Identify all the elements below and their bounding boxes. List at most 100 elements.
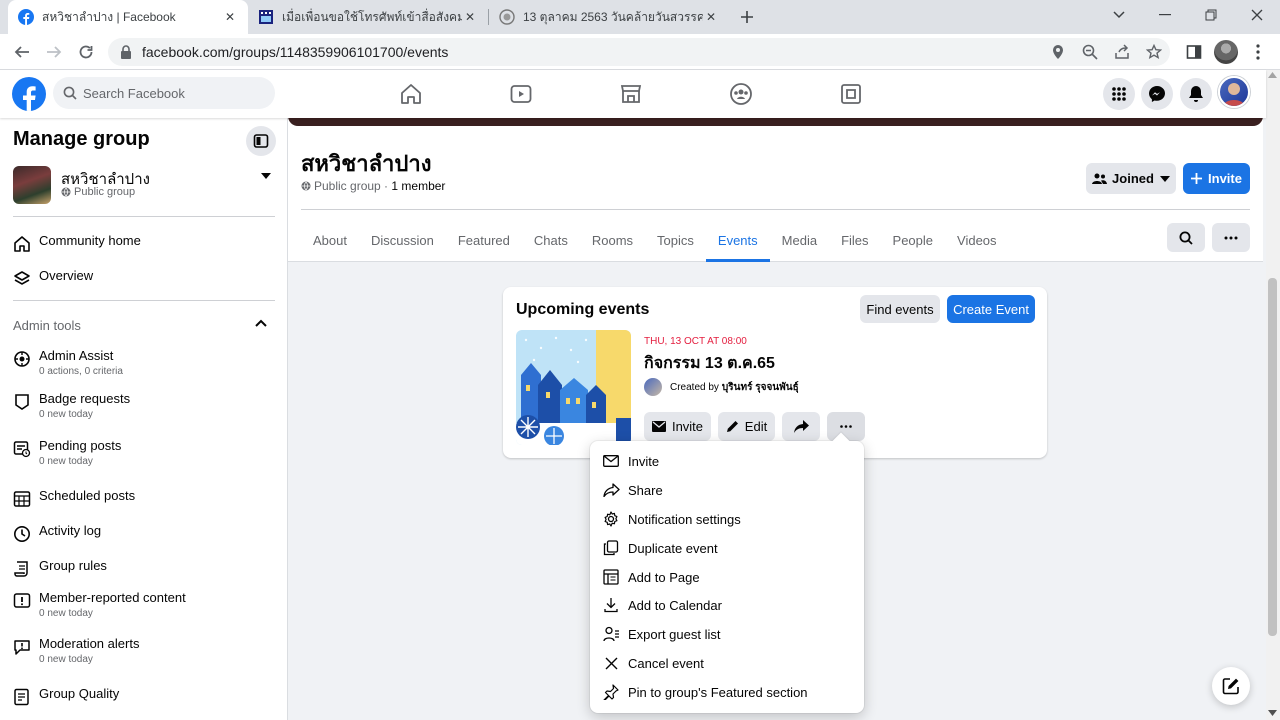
back-arrow-icon[interactable] xyxy=(8,38,36,66)
group-switcher[interactable]: สหวิชาลำปาง Public group xyxy=(13,166,275,206)
tab-videos[interactable]: Videos xyxy=(945,218,1009,262)
new-message-button[interactable] xyxy=(1212,667,1250,705)
gear-icon xyxy=(602,510,620,528)
sidebar-item-community-home[interactable]: Community home xyxy=(13,233,275,253)
sidebar-item-member-reported-content[interactable]: Member-reported content 0 new today xyxy=(13,590,275,619)
browser-tab-3[interactable]: 13 ตุลาคม 2563 วันคล้ายวันสวรรคต ข ✕ xyxy=(489,0,729,34)
group-search-button[interactable] xyxy=(1167,223,1205,252)
location-pin-icon[interactable] xyxy=(1050,44,1066,60)
menu-item-invite[interactable]: Invite xyxy=(602,448,852,474)
menu-item-cancel-event[interactable]: Cancel event xyxy=(602,650,852,676)
menu-grid-icon[interactable] xyxy=(1103,78,1135,110)
event-edit-button[interactable]: Edit xyxy=(718,412,775,441)
page-scrollbar-thumb[interactable] xyxy=(1268,278,1277,636)
member-count[interactable]: 1 member xyxy=(391,179,445,193)
menu-item-label: Add to Calendar xyxy=(628,597,722,613)
marketplace-nav-icon[interactable] xyxy=(619,82,643,106)
menu-item-label: Export guest list xyxy=(628,626,721,642)
sidebar-item-label: Overview xyxy=(39,268,94,283)
admin-tools-header[interactable]: Admin tools xyxy=(13,318,275,333)
close-icon[interactable]: ✕ xyxy=(703,9,719,25)
menu-item-duplicate-event[interactable]: Duplicate event xyxy=(602,535,852,561)
menu-item-add-to-page[interactable]: Add to Page xyxy=(602,564,852,590)
tab-search-chevron-icon[interactable] xyxy=(1096,0,1142,30)
sidebar-item-group-rules[interactable]: Group rules xyxy=(13,558,275,578)
menu-item-share[interactable]: Share xyxy=(602,477,852,503)
group-more-button[interactable] xyxy=(1212,223,1250,252)
menu-item-notification-settings[interactable]: Notification settings xyxy=(602,506,852,532)
chevron-up-icon[interactable] xyxy=(255,319,267,327)
tab-chats[interactable]: Chats xyxy=(522,218,580,262)
browser-tab-facebook[interactable]: สหวิชาลำปาง | Facebook ✕ xyxy=(8,0,248,34)
account-avatar[interactable] xyxy=(1218,76,1250,108)
event-name[interactable]: กิจกรรม 13 ต.ค.65 xyxy=(644,351,775,376)
duplicate-icon xyxy=(602,539,620,557)
side-panel-icon[interactable] xyxy=(1184,42,1204,62)
invite-button[interactable]: Invite xyxy=(1183,163,1250,194)
share-page-icon[interactable] xyxy=(1114,44,1130,60)
tab-files[interactable]: Files xyxy=(829,218,880,262)
scroll-up-arrow-icon[interactable] xyxy=(1268,72,1277,78)
sidebar-item-activity-log[interactable]: Activity log xyxy=(13,523,275,543)
event-share-button[interactable] xyxy=(782,412,820,441)
creator-avatar[interactable] xyxy=(644,378,662,396)
close-icon[interactable]: ✕ xyxy=(462,9,478,25)
meta-dot: · xyxy=(380,179,392,193)
bookmark-star-icon[interactable] xyxy=(1146,44,1162,60)
lock-icon[interactable] xyxy=(120,45,132,59)
tab-events[interactable]: Events xyxy=(705,218,770,262)
tab-featured[interactable]: Featured xyxy=(446,218,522,262)
scroll-down-arrow-icon[interactable] xyxy=(1268,710,1277,716)
zoom-icon[interactable] xyxy=(1082,44,1098,60)
groups-nav-icon[interactable] xyxy=(729,82,753,106)
tab-discussion[interactable]: Discussion xyxy=(359,218,446,262)
alert-icon xyxy=(13,638,31,656)
sidebar-item-overview[interactable]: Overview xyxy=(13,268,275,288)
tab-title: สหวิชาลำปาง | Facebook xyxy=(42,9,176,24)
tab-people[interactable]: People xyxy=(881,218,945,262)
restore-icon[interactable] xyxy=(1188,0,1234,30)
group-privacy[interactable]: Public group xyxy=(314,179,381,193)
notifications-bell-icon[interactable] xyxy=(1180,78,1212,110)
compose-icon xyxy=(1222,677,1240,695)
tab-media[interactable]: Media xyxy=(770,218,829,262)
sidebar-item-scheduled-posts[interactable]: Scheduled posts xyxy=(13,488,275,508)
event-cover-image[interactable] xyxy=(516,330,631,445)
more-vertical-icon[interactable] xyxy=(1248,42,1268,62)
joined-button[interactable]: Joined xyxy=(1086,163,1176,194)
menu-item-pin-to-featured[interactable]: Pin to group's Featured section xyxy=(602,679,852,705)
minimize-icon[interactable] xyxy=(1142,0,1188,30)
sidebar-item-pending-posts[interactable]: Pending posts 0 new today xyxy=(13,438,275,467)
sidebar-item-moderation-alerts[interactable]: Moderation alerts 0 new today xyxy=(13,636,275,665)
event-invite-button[interactable]: Invite xyxy=(644,412,711,441)
forward-arrow-icon[interactable] xyxy=(40,38,68,66)
tab-rooms[interactable]: Rooms xyxy=(580,218,645,262)
home-nav-icon[interactable] xyxy=(399,82,423,106)
gaming-nav-icon[interactable] xyxy=(839,82,863,106)
browser-tab-2[interactable]: เมื่อเพื่อนขอใช้โทรศัพท์เข้าสื่อสังคม : … xyxy=(248,0,488,34)
tab-topics[interactable]: Topics xyxy=(645,218,706,262)
search-icon xyxy=(63,86,77,100)
menu-item-add-to-calendar[interactable]: Add to Calendar xyxy=(602,592,852,618)
create-event-button[interactable]: Create Event xyxy=(947,295,1035,323)
sidebar-item-badge-requests[interactable]: Badge requests 0 new today xyxy=(13,391,275,420)
watch-nav-icon[interactable] xyxy=(509,82,533,106)
new-tab-plus-icon[interactable] xyxy=(732,2,762,32)
search-input[interactable]: Search Facebook xyxy=(53,77,275,109)
facebook-logo-icon[interactable] xyxy=(12,77,46,111)
menu-item-export-guest-list[interactable]: Export guest list xyxy=(602,621,852,647)
caret-down-icon[interactable] xyxy=(260,172,272,180)
plus-icon xyxy=(1191,173,1203,184)
tab-about[interactable]: About xyxy=(301,218,359,262)
url-bar[interactable]: facebook.com/groups/1148359906101700/eve… xyxy=(108,38,1170,66)
close-icon[interactable]: ✕ xyxy=(222,9,238,25)
sidebar-item-group-quality[interactable]: Group Quality xyxy=(13,686,275,706)
reload-icon[interactable] xyxy=(72,38,100,66)
collapse-sidebar-icon[interactable] xyxy=(246,126,276,156)
find-events-button[interactable]: Find events xyxy=(860,295,940,323)
creator-name[interactable]: บุรินทร์ รุจจนพันธุ์ xyxy=(722,380,799,395)
sidebar-item-admin-assist[interactable]: Admin Assist 0 actions, 0 criteria xyxy=(13,348,275,377)
profile-avatar[interactable] xyxy=(1214,40,1238,64)
messenger-icon[interactable] xyxy=(1141,78,1173,110)
window-close-icon[interactable] xyxy=(1234,0,1280,30)
